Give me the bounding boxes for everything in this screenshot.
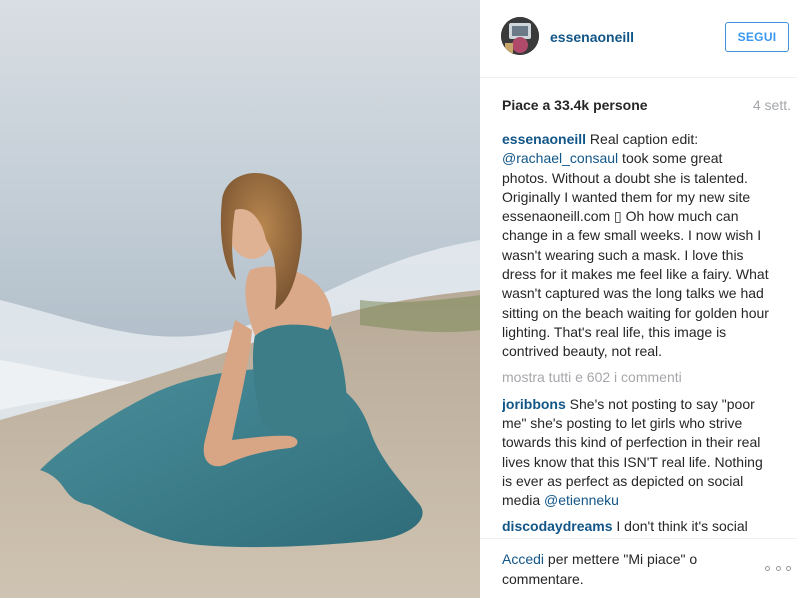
post-photo[interactable] <box>0 0 480 598</box>
comment-item: joribbons She's not posting to say "poor… <box>502 395 772 511</box>
follow-button[interactable]: SEGUI <box>725 22 789 52</box>
login-prompt: Accedi per mettere "Mi piace" o commenta… <box>502 549 742 589</box>
likes-count[interactable]: Piace a 33.4k persone <box>502 97 648 113</box>
comment-username[interactable]: joribbons <box>502 396 566 412</box>
post-side-panel: essenaoneill SEGUI Piace a 33.4k persone… <box>480 0 797 598</box>
user-avatar[interactable] <box>501 17 539 55</box>
post-timestamp[interactable]: 4 sett. <box>753 97 791 113</box>
likes-row: Piace a 33.4k persone 4 sett. <box>502 97 791 113</box>
comment-item: discodaydreams I don't think it's social… <box>502 517 772 538</box>
login-link[interactable]: Accedi <box>502 551 544 567</box>
caption-mention[interactable]: @rachael_consaul <box>502 150 618 166</box>
caption: essenaoneill Real caption edit: @rachael… <box>502 130 772 362</box>
caption-username[interactable]: essenaoneill <box>502 131 586 147</box>
photo-illustration <box>0 0 480 598</box>
comments-list[interactable]: essenaoneill Real caption edit: @rachael… <box>502 130 772 538</box>
post-header: essenaoneill SEGUI <box>480 0 797 78</box>
comment-username[interactable]: discodaydreams <box>502 518 613 534</box>
avatar-image <box>501 17 539 55</box>
post-footer: Accedi per mettere "Mi piace" o commenta… <box>480 538 797 599</box>
comment-text: She's not posting to say "poor me" she's… <box>502 395 763 509</box>
dot <box>765 565 770 571</box>
show-all-comments-link[interactable]: mostra tutti e 602 i commenti <box>502 368 772 387</box>
more-options-icon[interactable] <box>765 563 791 573</box>
header-username[interactable]: essenaoneill <box>550 29 634 45</box>
caption-text-start: Real caption edit: <box>586 131 699 147</box>
instagram-post-view: essenaoneill SEGUI Piace a 33.4k persone… <box>0 0 797 598</box>
dot <box>786 565 791 571</box>
caption-text-end: took some great photos. Without a doubt … <box>502 150 769 360</box>
comment-mention[interactable]: @etienneku <box>544 492 619 508</box>
dot <box>775 565 781 571</box>
